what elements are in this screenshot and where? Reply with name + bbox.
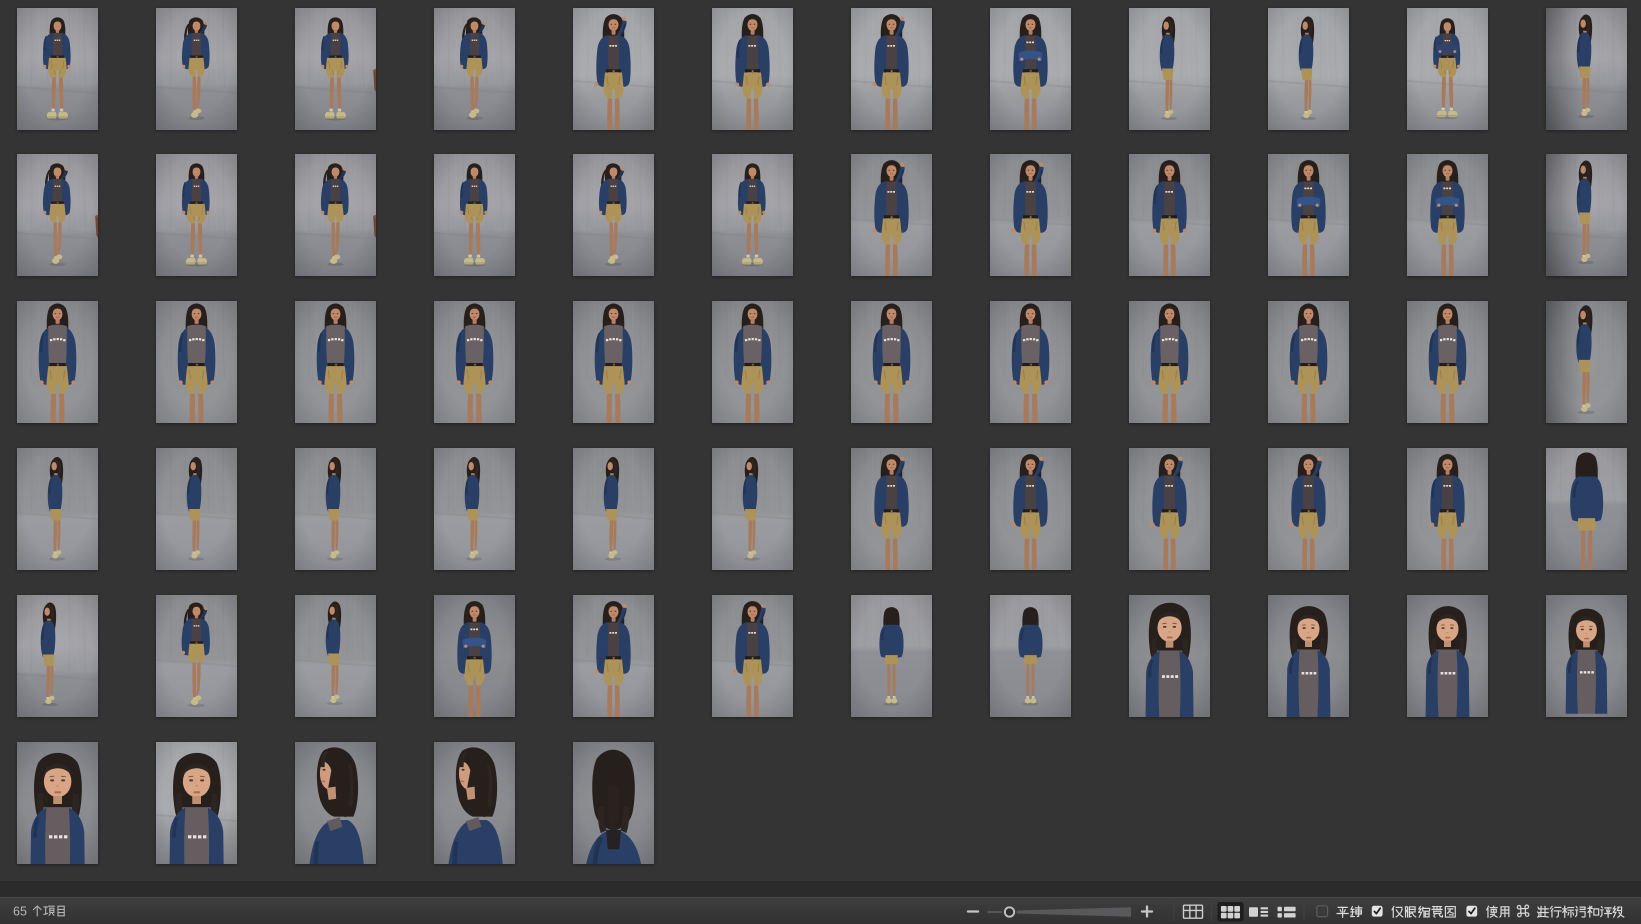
svg-text:65: 65 <box>13 905 27 919</box>
